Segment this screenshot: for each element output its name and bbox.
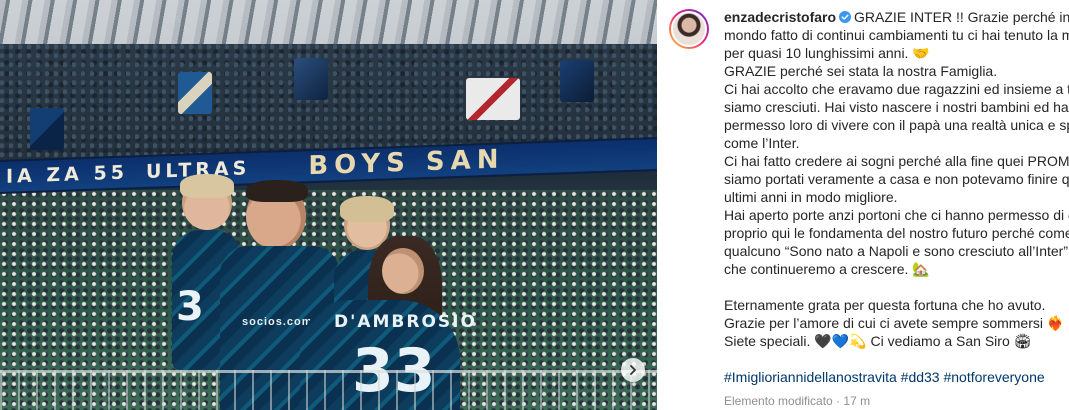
caption-first-line: enzadecristofaro GRAZIE INTER !! Grazie p… xyxy=(724,8,1069,26)
caption-line: Hai aperto porte anzi portoni che ci han… xyxy=(724,207,1069,223)
player-hair xyxy=(246,180,308,202)
caption-line: siamo cresciuti. Hai visto nascere i nos… xyxy=(724,99,1069,115)
hashtag-link[interactable]: #dd33 xyxy=(901,369,940,385)
flag xyxy=(294,58,328,100)
caption-line: permesso loro di vivere con il papà una … xyxy=(724,117,1069,133)
stadium-roof xyxy=(0,0,657,46)
caption-line: Grazie per l’amore di cui ci avete sempr… xyxy=(724,315,1065,331)
avatar-image xyxy=(671,11,707,47)
jersey-name: D'AMBROSIO xyxy=(334,312,477,332)
caption-line: proprio qui le fondamenta del nostro fut… xyxy=(724,225,1069,241)
post-meta: Elemento modificato · 17 m xyxy=(724,394,870,408)
verified-badge-icon xyxy=(839,11,852,23)
author-username[interactable]: enzadecristofaro xyxy=(724,9,836,25)
banner-text-main: BOYS SAN xyxy=(308,144,505,182)
hashtag-link[interactable]: #notforeveryone xyxy=(943,369,1044,385)
child-hair xyxy=(340,196,394,222)
timestamp[interactable]: 17 m xyxy=(843,394,870,408)
flag xyxy=(466,78,520,120)
caption-line: che continueremo a crescere. 🏡 xyxy=(724,261,930,277)
flag xyxy=(560,60,594,102)
caption-line: per quasi 10 lunghissimi anni. 🤝 xyxy=(724,45,930,61)
hashtags-line: #Imiglioriannidellanostravita #dd33 #not… xyxy=(724,368,1069,386)
flag xyxy=(178,72,212,114)
flag xyxy=(30,108,64,150)
caption-panel: enzadecristofaro GRAZIE INTER !! Grazie p… xyxy=(657,0,1069,410)
caption-line: GRAZIE perché sei stata la nostra Famigl… xyxy=(724,63,998,79)
caption-line: Eternamente grata per questa fortuna che… xyxy=(724,297,1046,313)
caption-text: enzadecristofaro GRAZIE INTER !! Grazie p… xyxy=(724,8,1069,386)
caption-line: GRAZIE INTER !! Grazie perché in un xyxy=(854,9,1069,25)
caption-line: Ci hai fatto credere ai sogni perché all… xyxy=(724,153,1069,169)
woman-head xyxy=(382,248,424,294)
edited-label: Elemento modificato xyxy=(724,394,833,408)
caption-line: ultimi anni in modo migliore. xyxy=(724,189,898,205)
meta-separator: · xyxy=(836,394,841,408)
post-media[interactable]: IA ZA 55 ULTRAS BOYS SAN 3 socios.com D'… xyxy=(0,0,657,410)
caption-line: Siete speciali. 🖤💙💫 Ci vediamo a San Sir… xyxy=(724,333,1032,349)
stand-railing xyxy=(0,370,657,410)
avatar[interactable] xyxy=(669,9,709,49)
child-jersey-number: 3 xyxy=(176,284,206,330)
caption-line: come l’Inter. xyxy=(724,135,800,151)
hashtag-link[interactable]: #Imiglioriannidellanostravita xyxy=(724,369,897,385)
carousel-next-button[interactable] xyxy=(621,358,645,382)
banner-text-left: IA ZA 55 xyxy=(6,161,128,188)
caption-line: mondo fatto di continui cambiamenti tu c… xyxy=(724,27,1069,43)
chevron-right-icon xyxy=(630,365,636,375)
caption-line: qualcuno “Sono nato a Napoli e sono cres… xyxy=(724,243,1069,259)
caption-line: siamo portati veramente a casa e non pot… xyxy=(724,171,1069,187)
caption-line: Ci hai accolto che eravamo due ragazzini… xyxy=(724,81,1069,97)
